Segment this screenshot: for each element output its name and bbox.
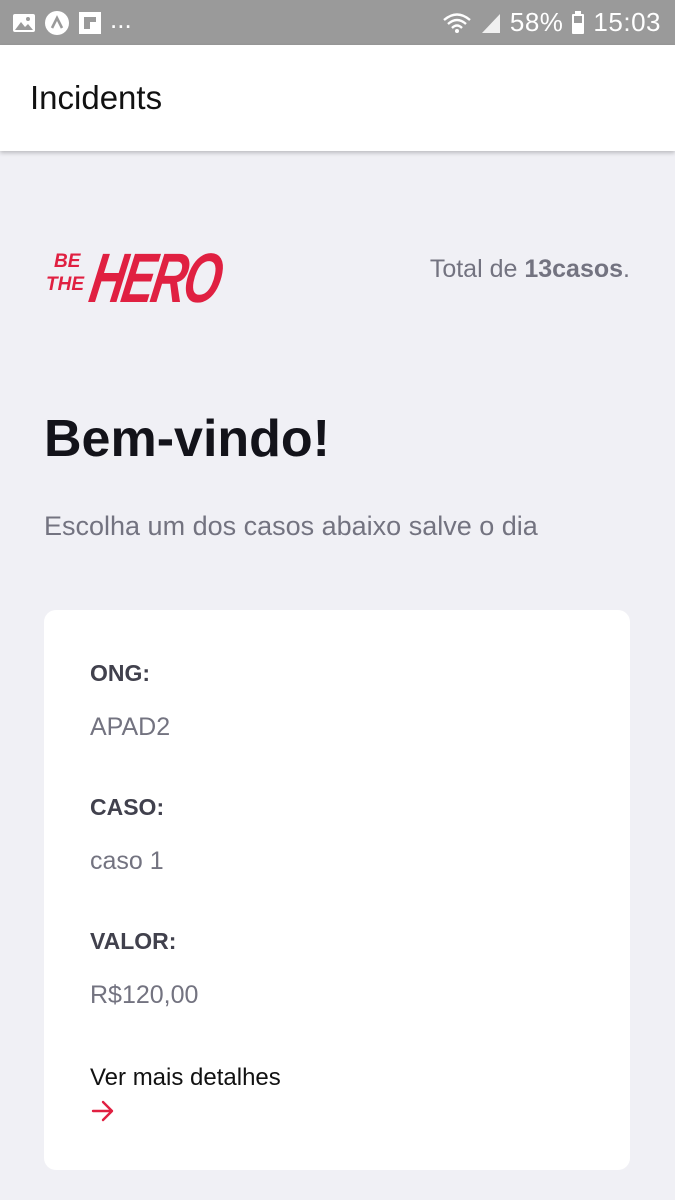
welcome-description: Escolha um dos casos abaixo salve o dia <box>44 511 538 541</box>
app-header: Incidents <box>0 45 675 151</box>
system-icons: 58% 15:03 <box>442 7 661 38</box>
clock: 15:03 <box>593 7 661 37</box>
incidents-screen[interactable]: BE THE HERO Total de 13casos. Bem-vindo!… <box>0 151 675 1200</box>
notification-icons: ... <box>12 6 132 36</box>
app-notification-icon <box>44 10 70 36</box>
top-row: BE THE HERO Total de 13casos. <box>44 229 630 309</box>
more-notifications-indicator: ... <box>110 3 132 34</box>
flipboard-icon <box>78 11 102 35</box>
gallery-icon <box>12 12 36 34</box>
welcome-title: Bem-vindo! <box>44 410 330 468</box>
ong-value: APAD2 <box>90 713 171 741</box>
incident-card: ONG: APAD2 CASO: caso 1 VALOR: R$120,00 … <box>44 610 630 1170</box>
svg-text:BE: BE <box>54 251 82 272</box>
incidents-count: 13casos <box>524 254 624 283</box>
header-title: Incidents <box>30 79 163 116</box>
case-label: CASO: <box>90 794 165 820</box>
value-amount: R$120,00 <box>90 981 199 1009</box>
status-bar: ... 58% 15:03 <box>0 0 675 45</box>
ong-label: ONG: <box>90 660 151 686</box>
battery-percent: 58% <box>509 7 564 37</box>
svg-text:THE: THE <box>46 274 85 295</box>
arrow-right-icon <box>91 1100 114 1122</box>
details-button[interactable]: Ver mais detalhes <box>90 1064 281 1122</box>
value-property: VALOR: R$120,00 <box>90 928 584 1062</box>
incidents-total: Total de 13casos. <box>429 254 630 283</box>
svg-text:HERO: HERO <box>85 238 224 308</box>
value-label: VALOR: <box>90 928 177 954</box>
battery-icon <box>571 10 585 35</box>
case-value: caso 1 <box>90 847 164 875</box>
case-property: CASO: caso 1 <box>90 794 584 928</box>
be-the-hero-logo: BE THE HERO <box>46 238 224 308</box>
details-label: Ver mais detalhes <box>90 1064 281 1091</box>
signal-icon <box>480 11 502 35</box>
ong-property: ONG: APAD2 <box>90 660 584 794</box>
wifi-icon <box>442 11 472 35</box>
